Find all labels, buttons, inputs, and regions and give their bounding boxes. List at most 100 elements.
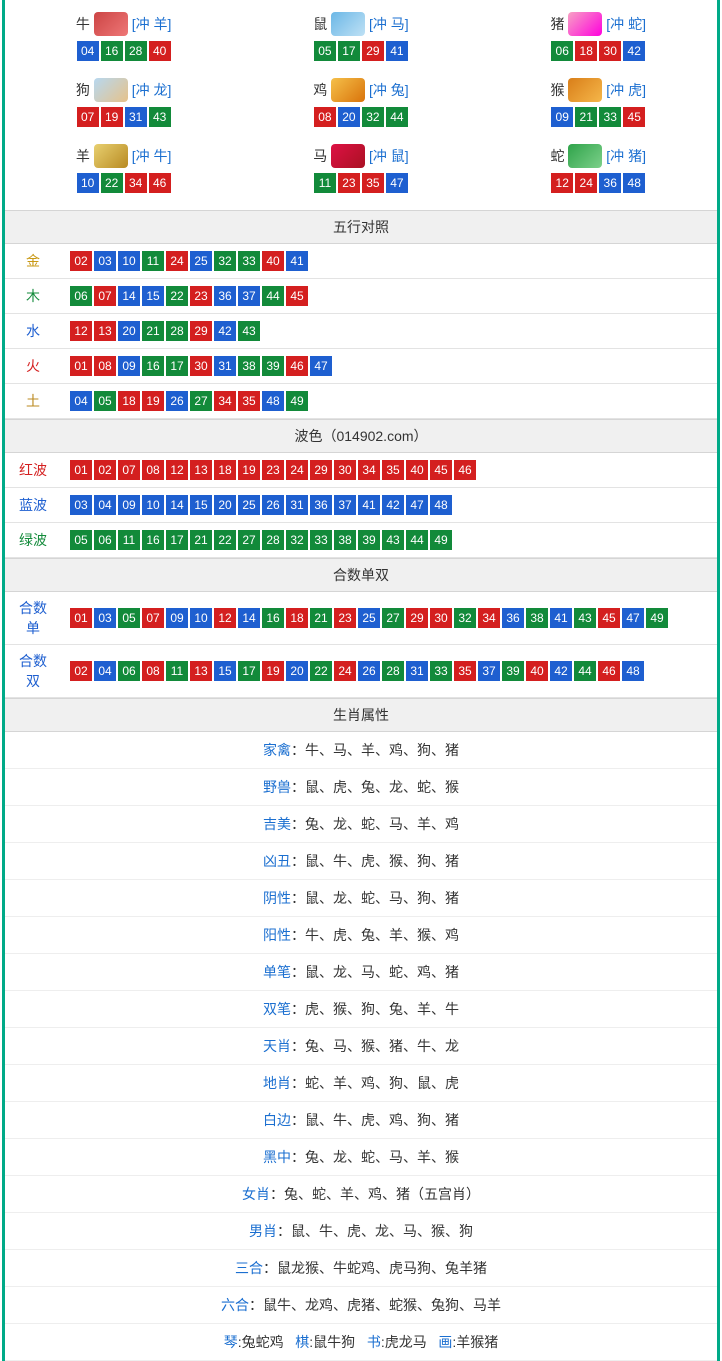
number-ball: 10 — [142, 495, 164, 515]
number-ball: 29 — [310, 460, 332, 480]
table-row: 木 06071415222336374445 — [5, 279, 717, 314]
zodiac-cell: 狗 [冲 龙] 07193143 — [5, 72, 242, 138]
number-ball: 32 — [362, 107, 384, 127]
number-ball: 22 — [101, 173, 123, 193]
number-ball: 34 — [214, 391, 236, 411]
number-ball: 11 — [314, 173, 336, 193]
number-ball: 06 — [94, 530, 116, 550]
table-row: 绿波 05061116172122272832333839434449 — [5, 523, 717, 558]
attr-key: 凶丑 — [263, 853, 291, 869]
number-ball: 48 — [623, 173, 645, 193]
number-ball: 17 — [166, 530, 188, 550]
zodiac-cell: 蛇 [冲 猪] 12243648 — [480, 138, 717, 204]
number-ball: 36 — [214, 286, 236, 306]
attr-key: 吉美 — [263, 816, 291, 832]
zodiac-cell: 羊 [冲 牛] 10223446 — [5, 138, 242, 204]
qin-key: 画 — [438, 1334, 452, 1350]
number-ball: 28 — [382, 661, 404, 681]
number-ball: 26 — [358, 661, 380, 681]
attr-key: 黑中 — [263, 1149, 291, 1165]
row-numbers: 0102070812131819232429303435404546 — [61, 453, 717, 488]
number-ball: 33 — [238, 251, 260, 271]
attr-line: 双笔：虎、猴、狗、兔、羊、牛 — [5, 991, 717, 1028]
number-ball: 04 — [70, 391, 92, 411]
bose-table: 红波 0102070812131819232429303435404546 蓝波… — [5, 453, 717, 558]
number-ball: 49 — [646, 608, 668, 628]
number-ball: 01 — [70, 460, 92, 480]
number-ball: 34 — [358, 460, 380, 480]
row-numbers: 03040910141520252631363741424748 — [61, 488, 717, 523]
number-ball: 09 — [118, 495, 140, 515]
number-ball: 18 — [118, 391, 140, 411]
table-row: 金 02031011242532334041 — [5, 244, 717, 279]
number-ball: 25 — [358, 608, 380, 628]
attr-line: 天肖：兔、马、猴、猪、牛、龙 — [5, 1028, 717, 1065]
number-ball: 25 — [190, 251, 212, 271]
attr-value: ：兔、龙、蛇、马、羊、猴 — [291, 1149, 459, 1165]
number-ball: 35 — [238, 391, 260, 411]
number-ball: 15 — [190, 495, 212, 515]
attr-line: 三合：鼠龙猴、牛蛇鸡、虎马狗、兔羊猪 — [5, 1250, 717, 1287]
table-row: 火 0108091617303138394647 — [5, 349, 717, 384]
number-ball: 14 — [238, 608, 260, 628]
zodiac-cell: 鸡 [冲 兔] 08203244 — [242, 72, 479, 138]
zodiac-numbers: 04162840 — [5, 40, 242, 62]
zodiac-cell: 马 [冲 鼠] 11233547 — [242, 138, 479, 204]
number-ball: 09 — [166, 608, 188, 628]
number-ball: 02 — [94, 460, 116, 480]
attr-value: ：牛、马、羊、鸡、狗、猪 — [291, 742, 459, 758]
zodiac-clash: [冲 羊] — [132, 14, 172, 34]
number-ball: 45 — [623, 107, 645, 127]
number-ball: 47 — [386, 173, 408, 193]
number-ball: 35 — [382, 460, 404, 480]
qin-value: :兔蛇鸡 — [238, 1334, 284, 1350]
number-ball: 45 — [598, 608, 620, 628]
number-ball: 38 — [334, 530, 356, 550]
number-ball: 42 — [214, 321, 236, 341]
zodiac-numbers: 09213345 — [480, 106, 717, 128]
attr-key: 地肖 — [263, 1075, 291, 1091]
bose-header: 波色（014902.com） — [5, 419, 717, 453]
wuxing-table: 金 02031011242532334041 木 060714152223363… — [5, 244, 717, 419]
qin-value: :虎龙马 — [381, 1334, 427, 1350]
number-ball: 14 — [118, 286, 140, 306]
table-row: 蓝波 03040910141520252631363741424748 — [5, 488, 717, 523]
zodiac-clash: [冲 牛] — [132, 146, 172, 166]
attr-value: ：鼠龙猴、牛蛇鸡、虎马狗、兔羊猪 — [263, 1260, 487, 1276]
number-ball: 42 — [623, 41, 645, 61]
zodiac-numbers: 08203244 — [242, 106, 479, 128]
number-ball: 41 — [550, 608, 572, 628]
attr-line: 阳性：牛、虎、兔、羊、猴、鸡 — [5, 917, 717, 954]
number-ball: 05 — [118, 608, 140, 628]
number-ball: 12 — [70, 321, 92, 341]
number-ball: 05 — [70, 530, 92, 550]
number-ball: 04 — [94, 661, 116, 681]
attr-value: ：鼠、龙、蛇、马、狗、猪 — [291, 890, 459, 906]
zodiac-icon — [331, 12, 365, 36]
number-ball: 01 — [70, 608, 92, 628]
number-ball: 02 — [70, 251, 92, 271]
number-ball: 07 — [77, 107, 99, 127]
zodiac-name: 鼠 — [313, 14, 327, 34]
number-ball: 49 — [286, 391, 308, 411]
number-ball: 32 — [454, 608, 476, 628]
row-label: 蓝波 — [5, 488, 61, 523]
number-ball: 16 — [142, 356, 164, 376]
number-ball: 27 — [382, 608, 404, 628]
number-ball: 43 — [238, 321, 260, 341]
attr-line: 女肖：兔、蛇、羊、鸡、猪（五宫肖） — [5, 1176, 717, 1213]
number-ball: 07 — [94, 286, 116, 306]
number-ball: 12 — [214, 608, 236, 628]
attr-line: 吉美：兔、龙、蛇、马、羊、鸡 — [5, 806, 717, 843]
number-ball: 45 — [286, 286, 308, 306]
number-ball: 23 — [190, 286, 212, 306]
number-ball: 18 — [286, 608, 308, 628]
number-ball: 06 — [551, 41, 573, 61]
number-ball: 15 — [214, 661, 236, 681]
number-ball: 16 — [142, 530, 164, 550]
zodiac-icon — [568, 12, 602, 36]
zodiac-cell: 牛 [冲 羊] 04162840 — [5, 6, 242, 72]
attr-value: ：蛇、羊、鸡、狗、鼠、虎 — [291, 1075, 459, 1091]
number-ball: 43 — [149, 107, 171, 127]
number-ball: 41 — [286, 251, 308, 271]
